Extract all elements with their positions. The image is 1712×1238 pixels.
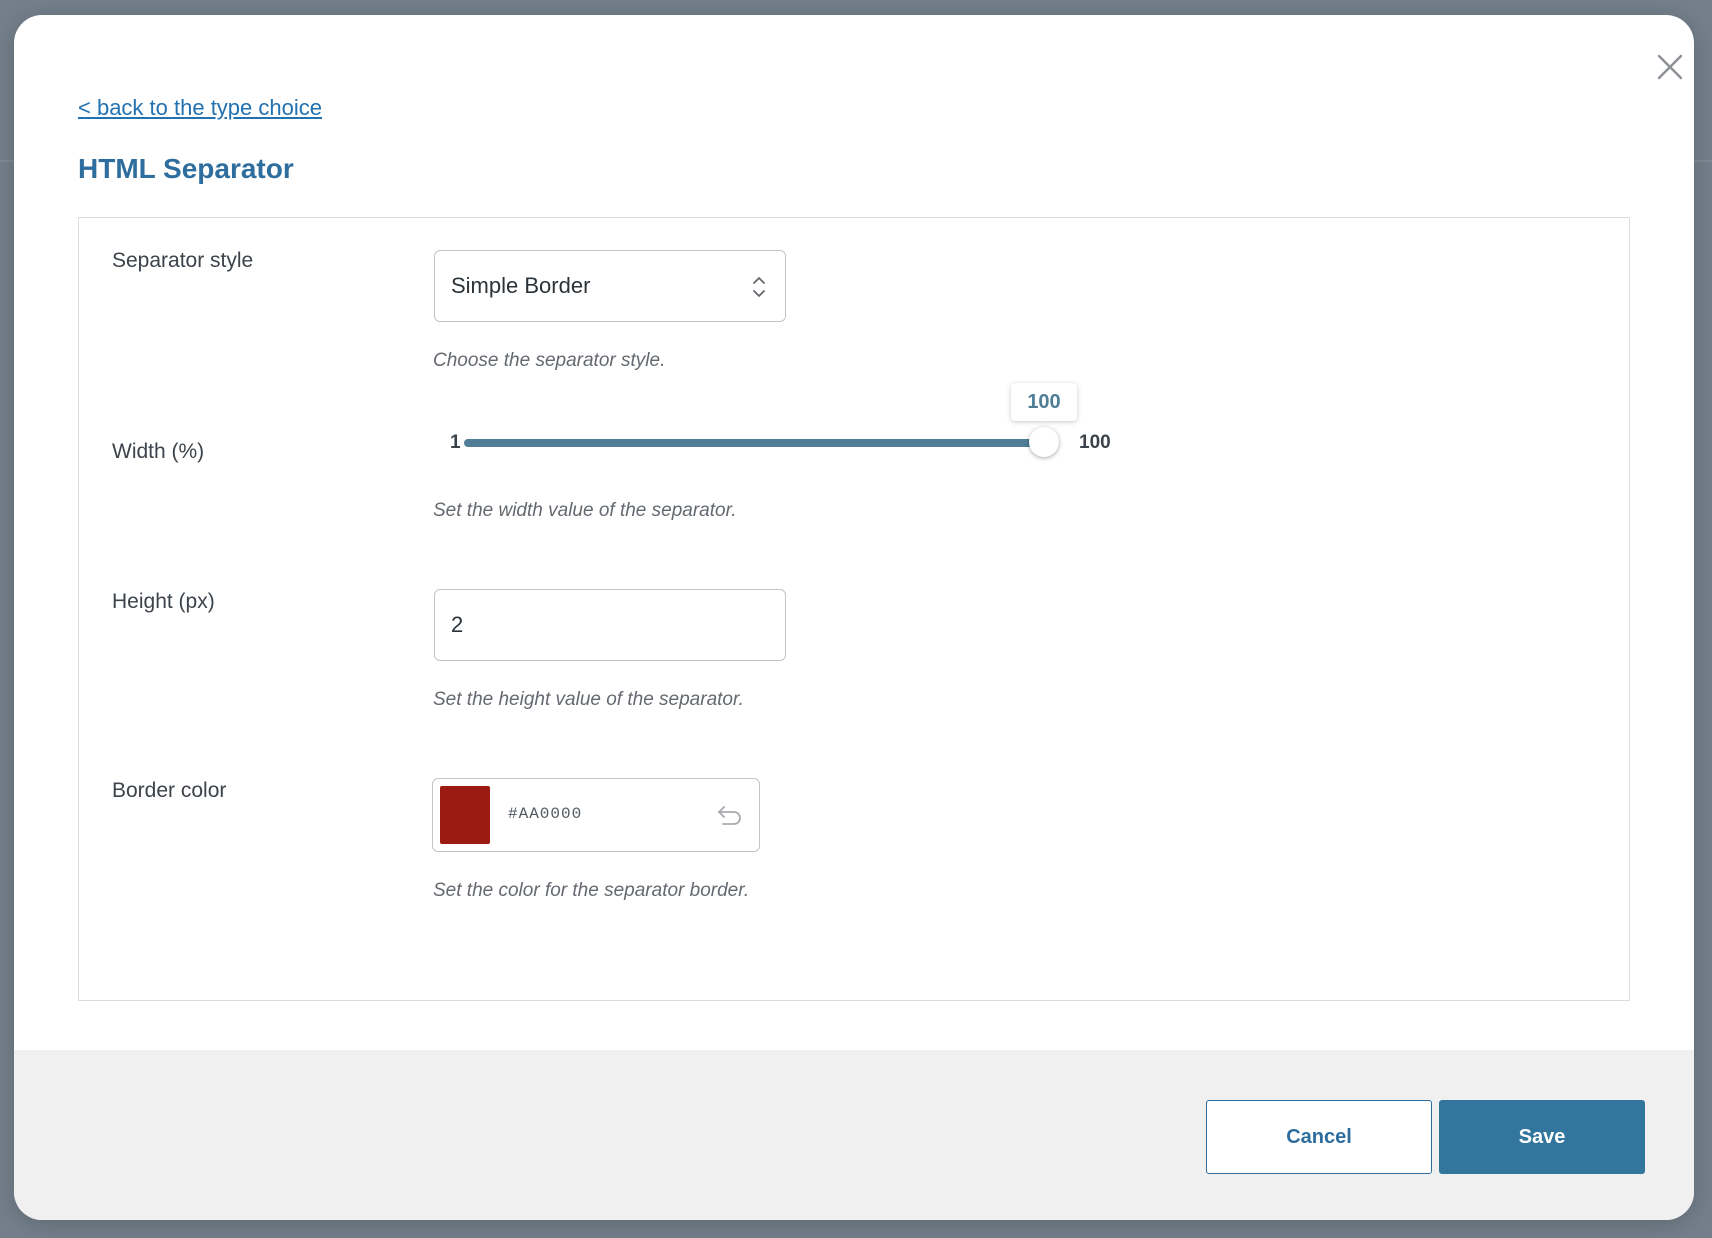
- separator-style-label: Separator style: [112, 249, 254, 272]
- width-slider-handle[interactable]: [1029, 427, 1059, 457]
- border-color-label: Border color: [112, 779, 227, 802]
- slider-min-value: 1: [450, 432, 461, 453]
- separator-style-select[interactable]: Simple Border: [434, 250, 786, 322]
- height-label: Height (px): [112, 590, 215, 613]
- width-slider-tooltip: 100: [1011, 383, 1077, 421]
- height-description: Set the height value of the separator.: [433, 689, 744, 710]
- slider-max-value: 100: [1079, 432, 1111, 453]
- color-hex-value[interactable]: #AA0000: [508, 805, 582, 823]
- save-button[interactable]: Save: [1439, 1100, 1645, 1174]
- separator-modal: < back to the type choice HTML Separator…: [14, 15, 1694, 1220]
- select-arrows-icon: [753, 277, 765, 297]
- height-input[interactable]: [434, 589, 786, 661]
- modal-footer: Cancel Save: [14, 1050, 1694, 1220]
- separator-style-description: Choose the separator style.: [433, 350, 666, 371]
- border-color-picker: #AA0000: [432, 778, 760, 852]
- width-label: Width (%): [112, 440, 205, 463]
- modal-title: HTML Separator: [78, 153, 294, 184]
- settings-panel: Separator style Simple Border Choose the…: [78, 217, 1630, 1001]
- cancel-button[interactable]: Cancel: [1206, 1100, 1432, 1174]
- width-slider-track[interactable]: [464, 439, 1044, 447]
- undo-icon[interactable]: [715, 801, 745, 829]
- width-description: Set the width value of the separator.: [433, 500, 737, 521]
- close-button[interactable]: [1650, 47, 1690, 87]
- close-icon: [1657, 54, 1683, 80]
- back-to-type-choice-link[interactable]: < back to the type choice: [78, 95, 322, 121]
- border-color-description: Set the color for the separator border.: [433, 880, 750, 901]
- separator-style-value: Simple Border: [451, 273, 591, 298]
- color-swatch[interactable]: [440, 786, 490, 844]
